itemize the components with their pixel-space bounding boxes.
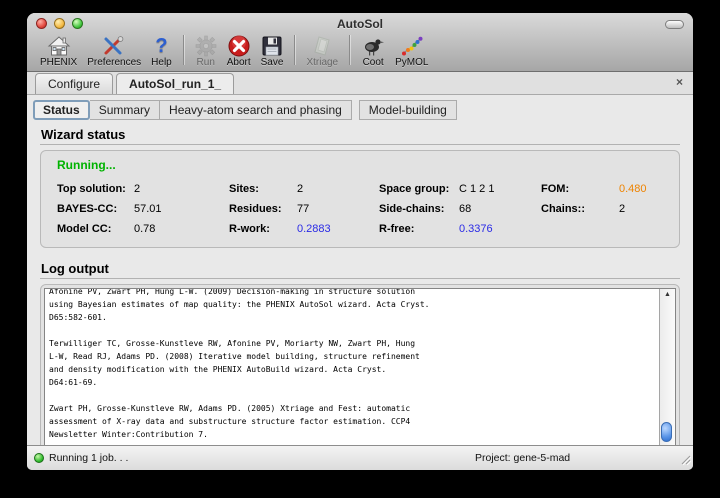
wizard-status-panel: Running... Top solution: 2 Sites: 2 Spac… bbox=[40, 150, 680, 248]
toolbar-button-run: Run bbox=[190, 35, 222, 68]
toolbar-label: Abort bbox=[227, 57, 251, 68]
window-title: AutoSol bbox=[27, 17, 693, 31]
toolbar-separator bbox=[294, 35, 295, 65]
stat-label: Top solution: bbox=[57, 183, 134, 195]
toolbar-button-xtriage: Xtriage bbox=[301, 35, 343, 68]
gear-icon bbox=[195, 35, 217, 57]
stat-label: Model CC: bbox=[57, 223, 134, 235]
stat-value: C 1 2 1 bbox=[459, 183, 541, 195]
status-bar-project: Project: gene-5-mad bbox=[475, 452, 570, 464]
log-text: Afonine PV, Zwart PH, Hung L-W. (2009) D… bbox=[45, 288, 659, 455]
stat-value: 68 bbox=[459, 203, 541, 215]
stat-value: 0.78 bbox=[134, 223, 229, 235]
wizard-status-heading: Wizard status bbox=[41, 127, 679, 142]
log-text-area[interactable]: Afonine PV, Zwart PH, Hung L-W. (2009) D… bbox=[44, 288, 676, 456]
autosol-window: AutoSol PHENIX bbox=[27, 13, 693, 470]
stat-value: 2 bbox=[134, 183, 229, 195]
toolbar-label: Help bbox=[151, 57, 172, 68]
toolbar: PHENIX Preferences ? Help bbox=[27, 35, 693, 71]
toolbar-toggle-button[interactable] bbox=[665, 20, 684, 29]
stat-value: 57.01 bbox=[134, 203, 229, 215]
tab-autosol-run-1[interactable]: AutoSol_run_1_ bbox=[116, 73, 234, 94]
toolbar-button-preferences[interactable]: Preferences bbox=[82, 35, 146, 68]
toolbar-separator bbox=[183, 35, 184, 65]
tab-configure[interactable]: Configure bbox=[35, 73, 113, 94]
stat-label: Sites: bbox=[229, 183, 297, 195]
toolbar-button-save[interactable]: Save bbox=[256, 35, 289, 68]
home-icon bbox=[47, 35, 71, 57]
divider bbox=[40, 144, 680, 145]
subtab-status[interactable]: Status bbox=[33, 100, 90, 120]
stat-label: R-free: bbox=[379, 223, 459, 235]
title-bar[interactable]: AutoSol bbox=[27, 13, 693, 35]
toolbar-label: Xtriage bbox=[306, 57, 338, 68]
toolbar-button-abort[interactable]: Abort bbox=[222, 35, 256, 68]
stat-value-rwork: 0.2883 bbox=[297, 223, 379, 235]
status-page: Wizard status Running... Top solution: 2… bbox=[27, 127, 693, 470]
window-chrome: AutoSol PHENIX bbox=[27, 13, 693, 72]
job-running-dot-icon bbox=[34, 453, 44, 463]
question-icon: ? bbox=[155, 35, 167, 57]
crystal-icon bbox=[310, 35, 334, 57]
stat-empty bbox=[619, 223, 679, 235]
running-status-text: Running... bbox=[57, 158, 679, 172]
abort-icon bbox=[228, 35, 250, 57]
toolbar-label: Coot bbox=[363, 57, 384, 68]
stat-value: 2 bbox=[297, 183, 379, 195]
stat-label: Side-chains: bbox=[379, 203, 459, 215]
stat-label: BAYES-CC: bbox=[57, 203, 134, 215]
log-output-heading: Log output bbox=[41, 261, 679, 276]
toolbar-button-help[interactable]: ? Help bbox=[146, 35, 177, 68]
subtab-summary[interactable]: Summary bbox=[90, 100, 160, 120]
toolbar-label: Save bbox=[261, 57, 284, 68]
stat-value: 77 bbox=[297, 203, 379, 215]
log-output-groupbox: Afonine PV, Zwart PH, Hung L-W. (2009) D… bbox=[40, 284, 680, 470]
subtab-heavy-atom[interactable]: Heavy-atom search and phasing bbox=[160, 100, 352, 120]
subtab-model-building[interactable]: Model-building bbox=[359, 100, 457, 120]
close-tab-icon[interactable]: × bbox=[676, 76, 683, 88]
wizard-stats-grid: Top solution: 2 Sites: 2 Space group: C … bbox=[57, 183, 679, 235]
scroll-up-icon[interactable]: ▲ bbox=[660, 289, 675, 301]
notebook-tab-row: Configure AutoSol_run_1_ × bbox=[27, 72, 693, 95]
divider bbox=[40, 278, 680, 279]
stat-label: Space group: bbox=[379, 183, 459, 195]
stat-label: R-work: bbox=[229, 223, 297, 235]
stat-value-fom: 0.480 bbox=[619, 183, 679, 195]
bird-icon bbox=[361, 35, 385, 57]
tools-icon bbox=[102, 35, 126, 57]
toolbar-label: PyMOL bbox=[395, 57, 428, 68]
pymol-icon bbox=[400, 35, 424, 57]
toolbar-label: Preferences bbox=[87, 57, 141, 68]
status-bar: Running 1 job. . . Project: gene-5-mad bbox=[27, 445, 693, 470]
toolbar-label: PHENIX bbox=[40, 57, 77, 68]
scrollbar-thumb[interactable] bbox=[661, 422, 672, 442]
stat-value: 2 bbox=[619, 203, 679, 215]
wizard-subtabs: Status Summary Heavy-atom search and pha… bbox=[27, 95, 693, 120]
stat-empty bbox=[541, 223, 619, 235]
save-icon bbox=[261, 35, 283, 57]
stat-label: Residues: bbox=[229, 203, 297, 215]
status-bar-message: Running 1 job. . . bbox=[49, 452, 128, 464]
log-scrollbar[interactable]: ▲ ▼ bbox=[659, 289, 675, 455]
toolbar-button-coot[interactable]: Coot bbox=[356, 35, 390, 68]
resize-grip[interactable] bbox=[679, 453, 691, 468]
toolbar-separator bbox=[349, 35, 350, 65]
toolbar-button-pymol[interactable]: PyMOL bbox=[390, 35, 433, 68]
stat-value-rfree: 0.3376 bbox=[459, 223, 541, 235]
toolbar-button-phenix[interactable]: PHENIX bbox=[35, 35, 82, 68]
toolbar-label: Run bbox=[197, 57, 215, 68]
stat-label: Chains:: bbox=[541, 203, 619, 215]
stat-label: FOM: bbox=[541, 183, 619, 195]
